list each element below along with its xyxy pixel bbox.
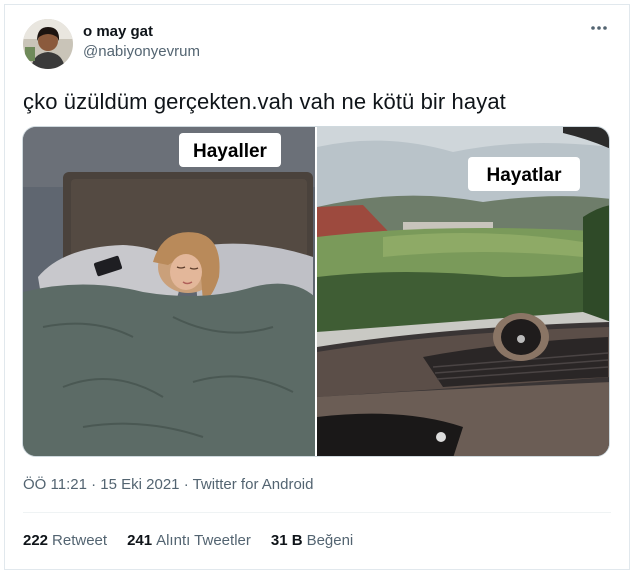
avatar[interactable] (23, 19, 73, 69)
likes-label: Beğeni (306, 532, 354, 549)
quotes-label: Alıntı Tweetler (156, 532, 251, 549)
retweets-label: Retweet (52, 532, 108, 549)
display-name[interactable]: o may gat (83, 23, 153, 40)
quotes-stat[interactable]: 241 Alıntı Tweetler (127, 532, 251, 549)
tweet-time[interactable]: ÖÖ 11:21 (23, 476, 87, 493)
tweet-source[interactable]: Twitter for Android (193, 476, 314, 493)
tweet-date[interactable]: 15 Eki 2021 (100, 476, 179, 493)
left-image-caption: Hayaller (193, 141, 268, 162)
right-image-caption: Hayatlar (487, 165, 563, 186)
likes-stat[interactable]: 31 B Beğeni (271, 532, 353, 549)
tweet-stats: 222 Retweet 241 Alıntı Tweetler 31 B Beğeni (23, 532, 353, 549)
meta-separator: · (91, 476, 97, 493)
tweet-media[interactable]: Hayaller Hayatlar (22, 126, 610, 457)
meta-separator: · (183, 476, 189, 493)
retweets-count: 222 (23, 532, 49, 549)
likes-count: 31 B (270, 532, 303, 549)
retweets-stat[interactable]: 222 Retweet (23, 532, 107, 549)
quotes-count: 241 (127, 532, 153, 549)
media-right-image[interactable]: Hayatlar (317, 127, 610, 457)
media-left-image[interactable]: Hayaller (23, 127, 315, 457)
user-handle[interactable]: @nabiyonyevrum (83, 43, 200, 60)
avatar-image (23, 19, 73, 69)
divider (23, 512, 611, 513)
more-horizontal-icon[interactable] (587, 19, 611, 37)
tweet-meta: ÖÖ 11:21 · 15 Eki 2021 · Twitter for And… (23, 476, 313, 493)
tweet-text: çko üzüldüm gerçekten.vah vah ne kötü bi… (23, 89, 506, 114)
tweet-card: o may gat @nabiyonyevrum çko üzüldüm ger… (4, 4, 630, 570)
